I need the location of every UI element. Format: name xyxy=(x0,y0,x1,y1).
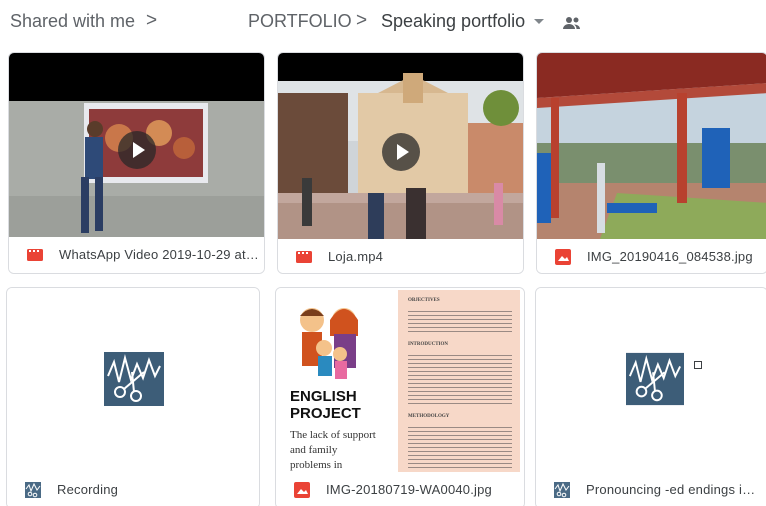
file-caption: Loja.mp4 xyxy=(278,239,523,273)
app-thumbnail xyxy=(7,288,259,474)
file-name: IMG_20190416_084538.jpg xyxy=(587,249,753,264)
document-text-panel: OBJECTIVES INTRODUCTION METHODOLOGY xyxy=(398,290,520,472)
app-thumbnail xyxy=(536,288,766,474)
chevron-down-icon[interactable] xyxy=(534,19,544,24)
image-file-icon xyxy=(294,482,310,498)
document-title-line: PROJECT xyxy=(290,405,361,422)
play-icon[interactable] xyxy=(118,131,156,169)
breadcrumb-separator: > xyxy=(356,10,368,31)
document-paragraph xyxy=(408,352,512,404)
file-tile[interactable]: Pronouncing -ed endings in the r... xyxy=(535,287,766,506)
file-caption: WhatsApp Video 2019-10-29 at ... xyxy=(9,237,264,273)
play-icon[interactable] xyxy=(382,133,420,171)
file-caption: Pronouncing -ed endings in the r... xyxy=(536,472,766,506)
recording-app-icon xyxy=(104,352,164,406)
file-name: Pronouncing -ed endings in the r... xyxy=(586,482,762,497)
file-tile[interactable]: IMG_20190416_084538.jpg xyxy=(536,52,766,274)
file-name: WhatsApp Video 2019-10-29 at ... xyxy=(59,247,259,262)
document-section-heading: INTRODUCTION xyxy=(408,342,449,347)
file-name: Loja.mp4 xyxy=(328,249,384,264)
file-tile[interactable]: ENGLISH PROJECT The lack of support and … xyxy=(275,287,525,506)
recording-app-icon xyxy=(626,352,684,406)
file-name: Recording xyxy=(57,482,119,497)
file-caption: IMG-20180719-WA0040.jpg xyxy=(276,472,524,506)
checkbox[interactable] xyxy=(694,361,702,369)
video-file-icon xyxy=(27,249,43,261)
breadcrumb: Shared with me > PORTFOLIO > Speaking po… xyxy=(0,0,766,44)
recording-app-icon xyxy=(25,482,41,498)
file-caption: IMG_20190416_084538.jpg xyxy=(537,239,766,273)
document-paragraph xyxy=(408,424,512,468)
document-paragraph xyxy=(408,308,512,332)
image-thumbnail: ENGLISH PROJECT The lack of support and … xyxy=(276,288,524,474)
document-body-line: problems in xyxy=(290,459,343,471)
family-illustration xyxy=(300,308,358,379)
video-file-icon xyxy=(296,251,312,263)
document-body-line: The lack of support xyxy=(290,429,376,441)
document-section-heading: OBJECTIVES xyxy=(408,298,440,303)
file-tile[interactable]: Recording xyxy=(6,287,260,506)
document-body-line: and family xyxy=(290,444,338,456)
file-name: IMG-20180719-WA0040.jpg xyxy=(326,482,492,497)
shared-people-icon xyxy=(563,17,580,29)
file-caption: Recording xyxy=(7,472,259,506)
breadcrumb-portfolio[interactable]: PORTFOLIO xyxy=(248,11,352,32)
document-title-line: ENGLISH xyxy=(290,388,357,405)
breadcrumb-current-folder[interactable]: Speaking portfolio xyxy=(381,11,525,32)
document-section-heading: METHODOLOGY xyxy=(408,414,450,419)
file-tile[interactable]: WhatsApp Video 2019-10-29 at ... xyxy=(8,52,265,274)
breadcrumb-separator: > xyxy=(146,10,158,31)
image-thumbnail xyxy=(537,53,766,247)
breadcrumb-shared-with-me[interactable]: Shared with me xyxy=(10,11,135,32)
image-file-icon xyxy=(555,249,571,265)
recording-app-icon xyxy=(554,482,570,498)
file-tile[interactable]: Loja.mp4 xyxy=(277,52,524,274)
